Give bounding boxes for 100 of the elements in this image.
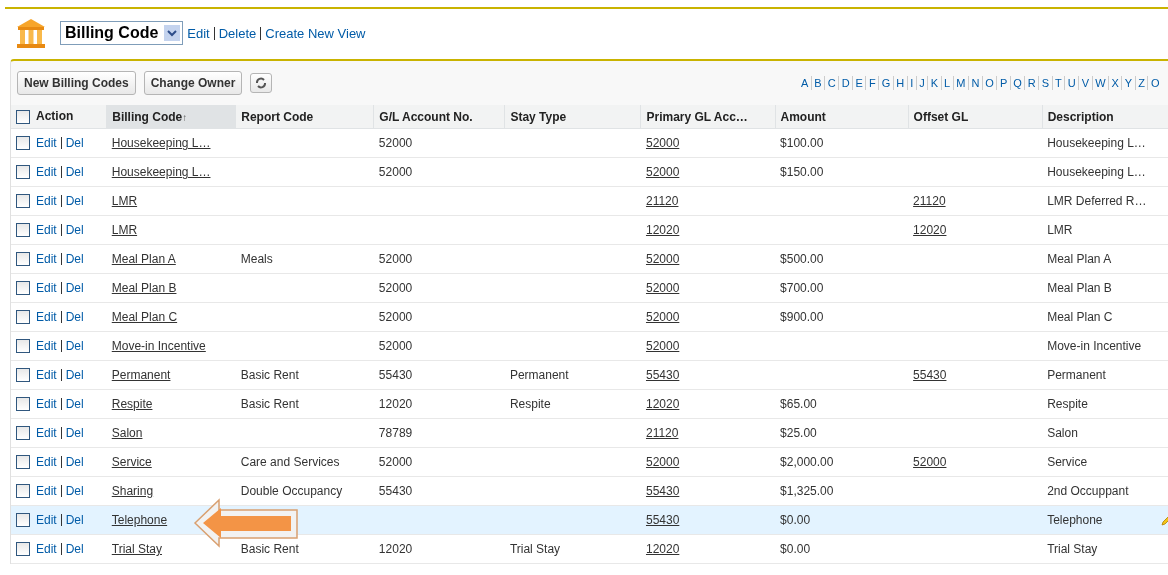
del-link[interactable]: Del <box>65 135 84 150</box>
row-checkbox[interactable] <box>16 426 30 441</box>
edit-link[interactable]: Edit <box>36 280 57 295</box>
row-checkbox[interactable] <box>16 136 30 151</box>
del-link[interactable]: Del <box>65 222 84 237</box>
edit-link[interactable]: Edit <box>36 164 57 179</box>
table-link[interactable]: 52000 <box>645 281 680 295</box>
row-checkbox[interactable] <box>16 194 30 209</box>
alphabet-link[interactable]: B <box>811 77 825 89</box>
alphabet-link[interactable]: D <box>839 77 853 89</box>
alphabet-link[interactable]: A <box>798 77 811 89</box>
edit-link[interactable]: Edit <box>36 425 57 440</box>
alphabet-link[interactable]: M <box>953 77 968 89</box>
alphabet-link[interactable]: X <box>1109 77 1122 89</box>
column-header[interactable]: Amount <box>780 109 826 124</box>
alphabet-link[interactable]: N <box>968 77 982 89</box>
alphabet-link[interactable]: Z <box>1135 77 1148 89</box>
toolbar-button[interactable]: Change Owner <box>143 71 243 95</box>
alphabet-link[interactable]: H <box>893 77 907 89</box>
del-link[interactable]: Del <box>65 512 84 527</box>
select-all-checkbox[interactable] <box>16 109 30 124</box>
row-checkbox[interactable] <box>16 339 30 354</box>
table-link[interactable]: Housekeeping L… <box>111 136 211 150</box>
row-checkbox[interactable] <box>16 397 30 412</box>
edit-link[interactable]: Edit <box>36 338 57 353</box>
table-link[interactable]: Respite <box>111 397 153 411</box>
edit-link[interactable]: Edit <box>36 193 57 208</box>
alphabet-link[interactable]: L <box>941 77 953 89</box>
del-link[interactable]: Del <box>65 251 84 266</box>
edit-link[interactable]: Edit <box>36 309 57 324</box>
table-link[interactable]: Meal Plan A <box>111 252 176 266</box>
alphabet-link[interactable]: C <box>825 77 839 89</box>
row-checkbox[interactable] <box>16 368 30 383</box>
alphabet-link[interactable]: S <box>1039 77 1052 89</box>
column-header[interactable]: Offset GL <box>913 109 969 124</box>
edit-link[interactable]: Edit <box>36 135 57 150</box>
refresh-button[interactable] <box>250 73 273 93</box>
table-link[interactable]: 52000 <box>645 455 680 469</box>
table-link[interactable]: Salon <box>111 426 143 440</box>
alphabet-link[interactable]: U <box>1065 77 1079 89</box>
alphabet-link[interactable]: E <box>853 77 866 89</box>
table-link[interactable]: 12020 <box>645 542 680 556</box>
column-header[interactable]: Stay Type <box>510 109 567 124</box>
view-select[interactable]: Billing Code <box>60 21 184 45</box>
table-link[interactable]: 55430 <box>913 368 947 382</box>
view-link[interactable]: Create New View <box>265 25 366 41</box>
del-link[interactable]: Del <box>65 483 84 498</box>
del-link[interactable]: Del <box>65 338 84 353</box>
row-checkbox[interactable] <box>16 252 30 267</box>
del-link[interactable]: Del <box>65 425 84 440</box>
alphabet-link[interactable]: Y <box>1122 77 1135 89</box>
table-link[interactable]: Meal Plan B <box>111 281 177 295</box>
table-link[interactable]: 55430 <box>645 368 680 382</box>
row-checkbox[interactable] <box>16 484 30 499</box>
alphabet-link[interactable]: R <box>1025 77 1039 89</box>
edit-link[interactable]: Edit <box>36 541 57 556</box>
view-link[interactable]: Delete <box>218 25 257 41</box>
edit-link[interactable]: Edit <box>36 483 57 498</box>
row-checkbox[interactable] <box>16 281 30 296</box>
del-link[interactable]: Del <box>65 541 84 556</box>
alphabet-link[interactable]: O <box>1148 77 1162 89</box>
table-link[interactable]: 12020 <box>645 223 680 237</box>
alphabet-link[interactable]: K <box>928 77 941 89</box>
table-link[interactable]: 52000 <box>645 252 680 266</box>
del-link[interactable]: Del <box>65 367 84 382</box>
column-header[interactable]: Description <box>1047 109 1114 124</box>
row-checkbox[interactable] <box>16 165 30 180</box>
table-link[interactable]: 12020 <box>645 397 680 411</box>
alphabet-link[interactable]: F <box>866 77 879 89</box>
table-link[interactable]: Move-in Incentive <box>111 339 206 353</box>
alphabet-link[interactable]: T <box>1052 77 1065 89</box>
table-link[interactable]: 52000 <box>645 310 680 324</box>
table-link[interactable]: Service <box>111 455 152 469</box>
table-link[interactable]: Meal Plan C <box>111 310 178 324</box>
edit-link[interactable]: Edit <box>36 251 57 266</box>
row-checkbox[interactable] <box>16 455 30 470</box>
del-link[interactable]: Del <box>65 193 84 208</box>
alphabet-link[interactable]: O <box>982 77 997 89</box>
table-link[interactable]: 55430 <box>645 484 680 498</box>
toolbar-button[interactable]: New Billing Codes <box>17 71 136 95</box>
table-link[interactable]: 52000 <box>645 339 680 353</box>
alphabet-link[interactable]: I <box>907 77 916 89</box>
alphabet-link[interactable]: P <box>997 77 1010 89</box>
row-checkbox[interactable] <box>16 542 30 557</box>
table-link[interactable]: 21120 <box>913 194 946 208</box>
table-link[interactable]: 21120 <box>645 426 679 440</box>
alphabet-link[interactable]: Q <box>1010 77 1025 89</box>
table-link[interactable]: 21120 <box>645 194 679 208</box>
table-link[interactable]: LMR <box>111 223 138 237</box>
table-link[interactable]: 52000 <box>645 165 680 179</box>
edit-link[interactable]: Edit <box>36 222 57 237</box>
row-checkbox[interactable] <box>16 310 30 325</box>
column-header[interactable]: G/L Account No. <box>379 109 473 124</box>
del-link[interactable]: Del <box>65 396 84 411</box>
edit-link[interactable]: Edit <box>36 454 57 469</box>
row-checkbox[interactable] <box>16 223 30 238</box>
dropdown-caret-icon[interactable] <box>164 25 181 41</box>
column-header[interactable]: Report Code <box>241 109 314 124</box>
table-link[interactable]: Trial Stay <box>111 542 162 556</box>
alphabet-link[interactable]: V <box>1079 77 1092 89</box>
